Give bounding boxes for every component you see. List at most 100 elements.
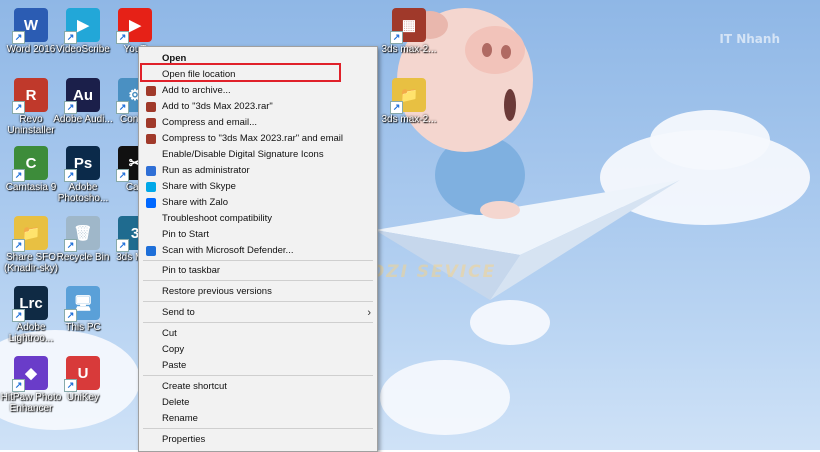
skype-icon (146, 182, 156, 192)
word-icon: W ↗ (12, 8, 48, 44)
brand-watermark: IT Nhanh (719, 32, 780, 46)
context-menu-item-label: Add to archive... (162, 85, 231, 96)
shortcut-arrow-icon: ↗ (390, 31, 403, 44)
menu-separator (143, 375, 373, 376)
context-menu-item-label: Send to (162, 307, 195, 318)
context-menu-item[interactable]: Scan with Microsoft Defender... (139, 243, 377, 259)
adobe-audition-icon: Au ↗ (64, 78, 100, 114)
context-menu-item-label: Share with Skype (162, 181, 236, 192)
shortcut-arrow-icon: ↗ (116, 101, 129, 114)
shield-icon (146, 166, 156, 176)
shortcut-arrow-icon: ↗ (64, 31, 77, 44)
winrar-icon (146, 86, 156, 96)
defender-icon (146, 246, 156, 256)
context-menu-item[interactable]: Add to archive... (139, 83, 377, 99)
context-menu-item[interactable]: Cut (139, 326, 377, 342)
desktop-icon[interactable]: 📁 ↗ 3ds max-2... (378, 78, 440, 125)
winrar-icon (146, 118, 156, 128)
desktop-icon[interactable]: U ↗ UniKey (52, 356, 114, 403)
menu-separator (143, 322, 373, 323)
shortcut-arrow-icon: ↗ (64, 169, 77, 182)
context-menu-item[interactable]: Rename (139, 411, 377, 427)
shortcut-arrow-icon: ↗ (64, 309, 77, 322)
context-menu-item-label: Enable/Disable Digital Signature Icons (162, 149, 324, 160)
context-menu-item-label: Restore previous versions (162, 286, 272, 297)
shortcut-arrow-icon: ↗ (12, 101, 25, 114)
winrar-icon (146, 134, 156, 144)
desktop-icon-label: UniKey (66, 392, 100, 403)
videoscribe-icon: ▶ ↗ (64, 8, 100, 44)
adobe-photoshop-icon: Ps ↗ (64, 146, 100, 182)
shortcut-arrow-icon: ↗ (12, 31, 25, 44)
context-menu-item[interactable]: Delete (139, 395, 377, 411)
context-menu-item[interactable]: Compress and email... (139, 115, 377, 131)
shortcut-arrow-icon: ↗ (12, 309, 25, 322)
context-menu-item-label: Add to "3ds Max 2023.rar" (162, 101, 273, 112)
context-menu-item[interactable]: Enable/Disable Digital Signature Icons (139, 147, 377, 163)
menu-separator (143, 260, 373, 261)
context-menu-item[interactable]: Pin to taskbar (139, 263, 377, 279)
shortcut-arrow-icon: ↗ (12, 239, 25, 252)
context-menu-item[interactable]: Pin to Start (139, 227, 377, 243)
cloud-shape (380, 360, 510, 435)
context-menu-item-label: Compress to "3ds Max 2023.rar" and email (162, 133, 343, 144)
this-pc-icon: 🖥 ↗ (64, 286, 100, 322)
menu-separator (143, 428, 373, 429)
shortcut-arrow-icon: ↗ (390, 101, 403, 114)
shortcut-arrow-icon: ↗ (12, 379, 25, 392)
context-menu-item[interactable]: Share with Zalo (139, 195, 377, 211)
folder-icon: 📁 ↗ (12, 216, 48, 252)
chevron-right-icon: › (367, 307, 371, 319)
context-menu-item[interactable]: Properties (139, 432, 377, 448)
desktop-icon-label: 3ds max-2... (381, 44, 437, 55)
desktop-icon-label: This PC (65, 322, 101, 333)
context-menu-item[interactable]: Send to › (139, 305, 377, 321)
desktop-icon-label: 3ds max-2... (381, 114, 437, 125)
context-menu-item-label: Cut (162, 328, 177, 339)
context-menu-item-label: Rename (162, 413, 198, 424)
context-menu-item[interactable]: Run as administrator (139, 163, 377, 179)
context-menu-item[interactable]: Share with Skype (139, 179, 377, 195)
context-menu-item-label: Compress and email... (162, 117, 258, 128)
context-menu-item-label: Paste (162, 360, 187, 371)
shortcut-arrow-icon: ↗ (12, 169, 25, 182)
context-menu: Open Open file location Add to archive... A… (138, 46, 378, 452)
context-menu-item-label: Pin to taskbar (162, 265, 221, 276)
context-menu-item[interactable]: Create shortcut (139, 379, 377, 395)
shortcut-arrow-icon: ↗ (116, 169, 129, 182)
context-menu-item[interactable]: Compress to "3ds Max 2023.rar" and email (139, 131, 377, 147)
menu-separator (143, 280, 373, 281)
context-menu-item-label: Pin to Start (162, 229, 209, 240)
context-menu-item-label: Scan with Microsoft Defender... (162, 245, 294, 256)
youtube-icon: ▶ ↗ (116, 8, 152, 44)
context-menu-item-label: Copy (162, 344, 185, 355)
adobe-lightroom-icon: Lrc ↗ (12, 286, 48, 322)
context-menu-item[interactable]: Troubleshoot compatibility (139, 211, 377, 227)
folder-icon: 📁 ↗ (390, 78, 426, 114)
open-file-location-highlight (140, 63, 341, 82)
context-menu-item[interactable]: Copy (139, 342, 377, 358)
menu-separator (143, 301, 373, 302)
context-menu-item[interactable]: Paste (139, 358, 377, 374)
camtasia-icon: C ↗ (12, 146, 48, 182)
context-menu-item-label: Properties (162, 434, 206, 445)
context-menu-item[interactable]: Restore previous versions (139, 284, 377, 300)
shortcut-arrow-icon: ↗ (116, 31, 129, 44)
winrar-archive-icon: ▦ ↗ (390, 8, 426, 44)
desktop-icon[interactable]: 🖥 ↗ This PC (52, 286, 114, 333)
shortcut-arrow-icon: ↗ (64, 379, 77, 392)
unikey-icon: U ↗ (64, 356, 100, 392)
winrar-icon (146, 102, 156, 112)
revo-uninstaller-icon: R ↗ (12, 78, 48, 114)
context-menu-item-label: Run as administrator (162, 165, 250, 176)
context-menu-item-label: Delete (162, 397, 190, 408)
shortcut-arrow-icon: ↗ (116, 239, 129, 252)
shortcut-arrow-icon: ↗ (64, 101, 77, 114)
recycle-bin-icon: 🗑 ↗ (64, 216, 100, 252)
shortcut-arrow-icon: ↗ (64, 239, 77, 252)
zalo-icon (146, 198, 156, 208)
context-menu-item-label: Share with Zalo (162, 197, 229, 208)
desktop-icon[interactable]: ▦ ↗ 3ds max-2... (378, 8, 440, 55)
context-menu-item-label: Create shortcut (162, 381, 227, 392)
context-menu-item[interactable]: Add to "3ds Max 2023.rar" (139, 99, 377, 115)
